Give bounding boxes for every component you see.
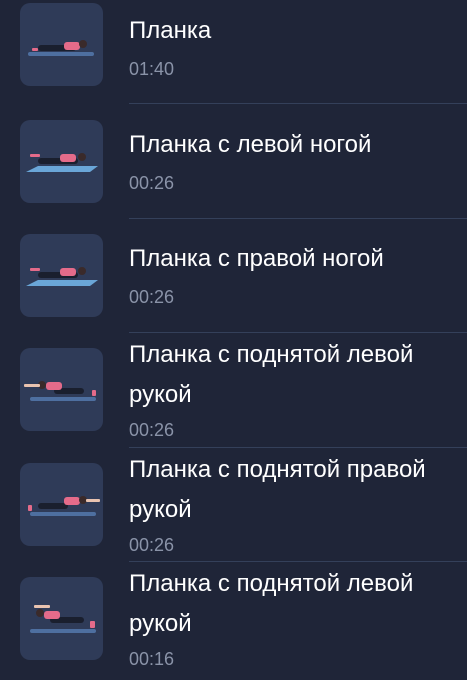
exercise-row-plank-left-arm[interactable]: Планка с поднятой левой рукой 00:26 bbox=[0, 333, 467, 448]
exercise-thumbnail bbox=[20, 463, 103, 546]
exercise-row-plank-right-leg[interactable]: Планка с правой ногой 00:26 bbox=[0, 219, 467, 333]
exercise-title: Планка с поднятой левой рукой bbox=[129, 341, 414, 408]
plank-illustration-icon bbox=[28, 40, 94, 56]
exercise-row-plank-right-arm[interactable]: Планка с поднятой правой рукой 00:26 bbox=[0, 448, 467, 562]
exercise-title: Планка с левой ногой bbox=[129, 131, 372, 158]
exercise-row-plank-left-arm-2[interactable]: Планка с поднятой левой рукой 00:16 bbox=[0, 562, 467, 676]
exercise-duration: 00:26 bbox=[129, 287, 175, 307]
exercise-duration: 00:26 bbox=[129, 420, 175, 440]
plank-illustration-icon bbox=[26, 153, 98, 172]
exercise-title: Планка с поднятой правой рукой bbox=[129, 456, 426, 523]
exercise-duration: 01:40 bbox=[129, 59, 175, 79]
plank-illustration-icon bbox=[24, 381, 96, 401]
plank-illustration-icon bbox=[30, 605, 96, 633]
exercise-title: Планка с правой ногой bbox=[129, 245, 384, 272]
exercise-row-plank[interactable]: Планка 01:40 bbox=[0, 0, 467, 104]
exercise-row-plank-left-leg[interactable]: Планка с левой ногой 00:26 bbox=[0, 104, 467, 219]
exercise-thumbnail bbox=[20, 348, 103, 431]
exercise-thumbnail bbox=[20, 3, 103, 86]
exercise-title: Планка с поднятой левой рукой bbox=[129, 570, 414, 637]
exercise-title: Планка bbox=[129, 17, 212, 44]
exercise-duration: 00:16 bbox=[129, 649, 175, 669]
plank-illustration-icon bbox=[28, 496, 100, 516]
exercise-duration: 00:26 bbox=[129, 173, 175, 193]
plank-illustration-icon bbox=[26, 267, 98, 286]
exercise-thumbnail bbox=[20, 577, 103, 660]
exercise-duration: 00:26 bbox=[129, 535, 175, 555]
exercise-thumbnail bbox=[20, 120, 103, 203]
exercise-thumbnail bbox=[20, 234, 103, 317]
